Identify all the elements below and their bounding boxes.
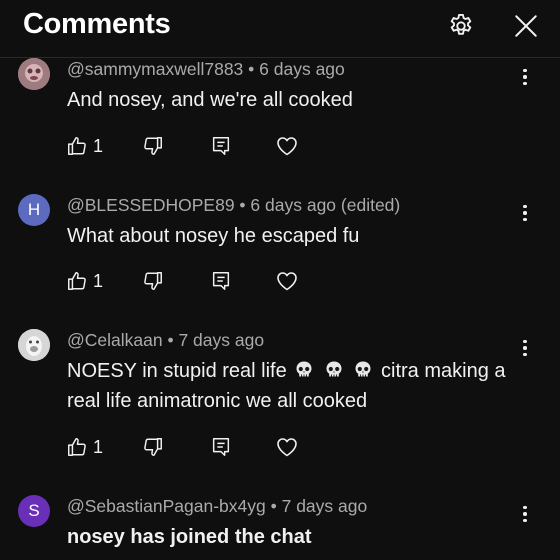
thumbs-down-icon: [144, 438, 162, 456]
comments-header: Comments: [0, 0, 560, 58]
comment-time: 7 days ago: [178, 330, 265, 350]
thumbs-up-icon: [68, 438, 86, 456]
comment-meta: @sammymaxwell7883 • 6 days ago: [67, 59, 345, 79]
heart-icon: [277, 438, 297, 457]
close-button[interactable]: [510, 10, 542, 42]
dislike-button[interactable]: [142, 432, 164, 462]
gear-icon: [450, 13, 472, 35]
avatar[interactable]: [18, 58, 50, 90]
comment-time: 6 days ago: [259, 59, 345, 79]
heart-icon: [277, 137, 297, 156]
comment-actions: 1: [0, 432, 560, 462]
skull-emoji: [355, 361, 371, 377]
comment-text: NOESY in stupid real life citra making a…: [67, 356, 517, 416]
avatar-letter: S: [28, 501, 40, 520]
comment-actions: 1: [0, 266, 560, 296]
thumbs-up-icon: [68, 137, 86, 155]
avatar-image: [18, 58, 50, 90]
avatar[interactable]: S: [18, 495, 50, 527]
thumbs-down-icon: [144, 272, 162, 290]
like-count: 1: [93, 270, 104, 291]
thumbs-down-icon: [144, 137, 162, 155]
comment-meta: @BLESSEDHOPE89 • 6 days ago (edited): [67, 195, 401, 215]
skull-emoji: [326, 361, 342, 377]
heart-button[interactable]: [275, 432, 299, 462]
reply-icon: [212, 272, 230, 290]
comment-meta: @Celalkaan • 7 days ago: [67, 330, 265, 350]
page-title: Comments: [23, 8, 171, 40]
comment-author[interactable]: @Celalkaan: [67, 330, 163, 350]
comment-author[interactable]: @BLESSEDHOPE89: [67, 195, 235, 215]
settings-button[interactable]: [445, 10, 477, 42]
more-actions-button[interactable]: [515, 201, 535, 225]
more-actions-button[interactable]: [515, 336, 535, 360]
avatar-letter: H: [27, 200, 41, 219]
comment-actions: 1: [0, 131, 560, 161]
like-count: 1: [93, 436, 104, 457]
comment-author[interactable]: @sammymaxwell7883: [67, 59, 243, 79]
heart-button[interactable]: [275, 131, 299, 161]
comment-text-part: NOESY in stupid real life: [67, 360, 287, 382]
thumbs-up-icon: [68, 272, 86, 290]
comment-text: And nosey, and we're all cooked: [67, 89, 353, 111]
dislike-button[interactable]: [142, 131, 164, 161]
more-actions-button[interactable]: [515, 65, 535, 89]
like-button[interactable]: 1: [66, 266, 103, 296]
more-actions-button[interactable]: [515, 502, 535, 526]
comment-text: What about nosey he escaped fu: [67, 225, 360, 247]
comment-author[interactable]: @SebastianPagan-bx4yg: [67, 496, 266, 516]
heart-icon: [277, 272, 297, 291]
reply-button[interactable]: [210, 266, 232, 296]
comment-text: nosey has joined the chat: [67, 526, 312, 548]
avatar[interactable]: [18, 329, 50, 361]
comment-time: 7 days ago: [281, 496, 368, 516]
like-button[interactable]: 1: [66, 432, 103, 462]
reply-button[interactable]: [210, 131, 232, 161]
like-button[interactable]: 1: [66, 131, 103, 161]
close-icon: [515, 15, 537, 37]
heart-button[interactable]: [275, 266, 299, 296]
like-count: 1: [93, 135, 104, 156]
comment-time: 6 days ago (edited): [250, 195, 401, 215]
avatar[interactable]: H: [18, 194, 50, 226]
skull-emoji: [296, 361, 312, 377]
avatar-image: [18, 329, 50, 361]
reply-button[interactable]: [210, 432, 232, 462]
reply-icon: [212, 137, 230, 155]
dislike-button[interactable]: [142, 266, 164, 296]
reply-icon: [212, 438, 230, 456]
comment-meta: @SebastianPagan-bx4yg • 7 days ago: [67, 496, 368, 516]
